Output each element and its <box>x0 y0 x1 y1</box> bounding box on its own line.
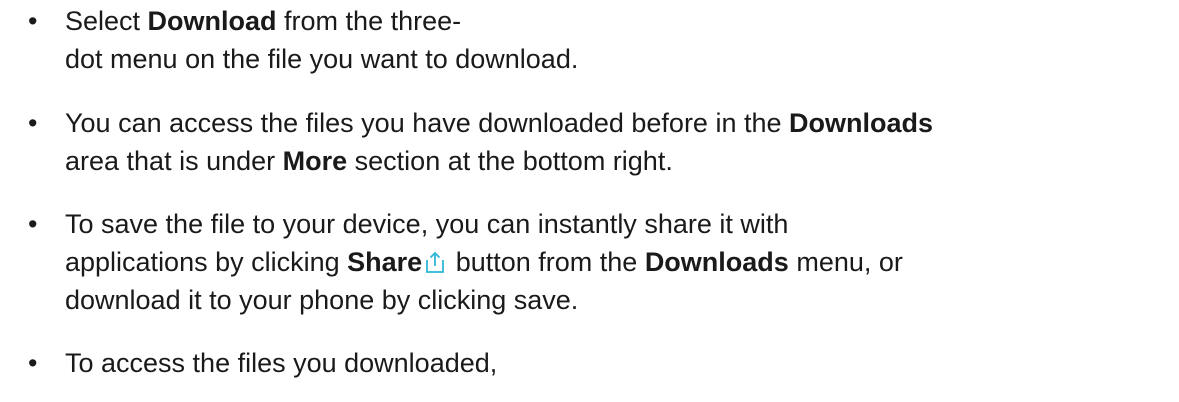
text-segment: applications by clicking <box>65 247 348 277</box>
bullet-dot: • <box>28 6 38 36</box>
list-item-text: You can access the files you have downlo… <box>65 104 933 180</box>
text-line: dot menu on the file you want to downloa… <box>65 44 579 74</box>
bold-term-share: Share <box>347 247 423 277</box>
text-line: download it to your phone by clicking sa… <box>65 285 579 315</box>
text-segment: You can access the files you have downlo… <box>65 108 790 138</box>
text-segment: area that is under <box>65 146 283 176</box>
text-segment: button from the <box>448 247 645 277</box>
list-item-text: Select Download from the three- dot menu… <box>65 2 578 78</box>
text-line: Select Download from the three- <box>65 2 578 40</box>
text-segment: section at the bottom right. <box>347 146 673 176</box>
text-line: To save the file to your device, you can… <box>65 209 789 239</box>
bullet-dot: • <box>28 108 38 138</box>
text-segment: menu, or <box>788 247 903 277</box>
text-line: area that is under More section at the b… <box>65 142 933 180</box>
share-icon <box>424 246 446 273</box>
bullet-dot: • <box>28 209 38 239</box>
text-line: You can access the files you have downlo… <box>65 104 933 142</box>
bold-term-more: More <box>282 146 348 176</box>
bold-term-downloads: Downloads <box>644 247 789 277</box>
text-line: applications by clicking Share button fr… <box>65 243 903 281</box>
text-line: To access the files you downloaded, <box>65 348 498 378</box>
text-segment: from the three- <box>276 6 462 36</box>
bold-term-downloads: Downloads <box>789 108 934 138</box>
list-item-text: To save the file to your device, you can… <box>65 205 903 319</box>
list-item-text: To access the files you downloaded, <box>65 344 497 382</box>
text-segment: Select <box>65 6 148 36</box>
bold-term-download: Download <box>147 6 277 36</box>
bullet-dot: • <box>28 348 38 378</box>
